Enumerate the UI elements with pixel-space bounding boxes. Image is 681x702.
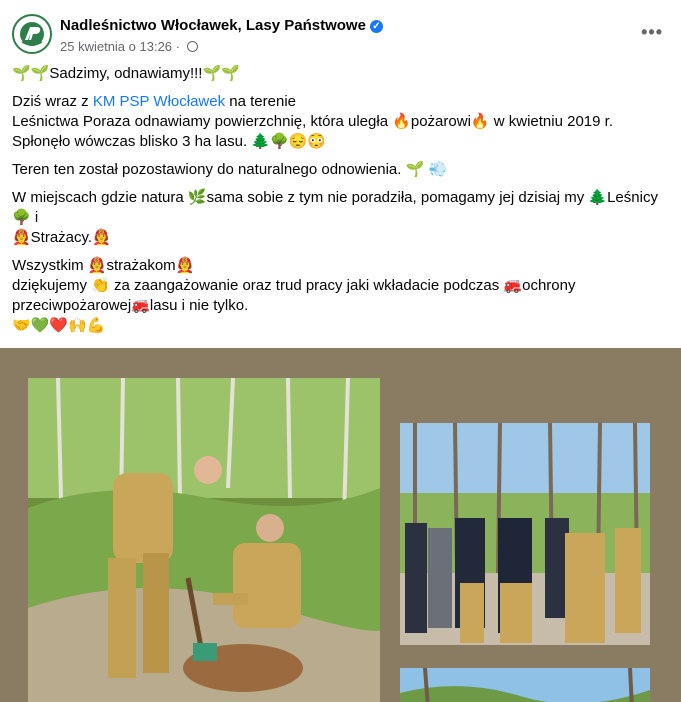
post-paragraph-6: W miejscach gdzie natura 🌿sama sobie z t… — [12, 188, 672, 248]
forest-photo-image — [400, 668, 650, 702]
page-name-text[interactable]: Nadleśnictwo Włocławek, Lasy Państwowe — [60, 17, 366, 34]
post-line-9: dziękujemy 👏 za zaangażowanie oraz trud … — [12, 277, 576, 294]
post-line-5: Teren ten został pozostawiony do natural… — [12, 161, 448, 178]
km-psp-link[interactable]: KM PSP Włocławek — [93, 93, 225, 110]
facebook-post: Nadleśnictwo Włocławek, Lasy Państwowe ✓ … — [0, 0, 681, 702]
post-line-4: Spłonęło wówczas blisko 3 ha lasu. 🌲🌳😔😳 — [12, 133, 327, 150]
page-name[interactable]: Nadleśnictwo Włocławek, Lasy Państwowe ✓ — [60, 17, 383, 34]
post-line-10: przeciwpożarowej🚒lasu i nie tylko. — [12, 297, 249, 314]
post-header: Nadleśnictwo Włocławek, Lasy Państwowe ✓ … — [12, 14, 669, 58]
meta-separator: · — [175, 39, 180, 54]
post-line-3: Leśnictwa Poraza odnawiamy powierzchnię,… — [12, 113, 613, 130]
post-line-11: 🤝💚❤️🙌💪 — [12, 317, 106, 334]
group-photo-image — [400, 423, 650, 645]
photo-planting[interactable] — [28, 378, 380, 702]
post-paragraph-2: Dziś wraz z KM PSP Włocławek na terenie … — [12, 92, 672, 152]
page-avatar[interactable] — [12, 14, 52, 54]
post-line-2a: Dziś wraz z — [12, 93, 93, 110]
post-meta: 25 kwietnia o 13:26 · — [60, 39, 198, 54]
globe-icon — [186, 41, 198, 52]
photo-collage — [0, 348, 681, 702]
post-line-7: 🧑‍🚒Strażacy.🧑‍🚒 — [12, 229, 111, 246]
verified-badge-icon: ✓ — [369, 20, 383, 33]
more-options-icon[interactable]: ••• — [641, 22, 663, 43]
lasy-panstwowe-logo — [15, 17, 49, 51]
post-paragraph-8: Wszystkim 🧑‍🚒strażakom🧑‍🚒 dziękujemy 👏 z… — [12, 256, 672, 336]
post-timestamp[interactable]: 25 kwietnia o 13:26 — [60, 39, 172, 54]
post-text: 🌱🌱Sadzimy, odnawiamy!!!🌱🌱 Dziś wraz z KM… — [12, 64, 672, 344]
post-line-6: W miejscach gdzie natura 🌿sama sobie z t… — [12, 189, 658, 226]
photo-forest[interactable] — [400, 668, 650, 702]
photo-group[interactable] — [400, 423, 650, 645]
post-line-8: Wszystkim 🧑‍🚒strażakom🧑‍🚒 — [12, 257, 195, 274]
post-line-2b: na terenie — [225, 93, 296, 110]
planting-photo-image — [28, 378, 380, 702]
post-line-1: 🌱🌱Sadzimy, odnawiamy!!!🌱🌱 — [12, 65, 240, 82]
